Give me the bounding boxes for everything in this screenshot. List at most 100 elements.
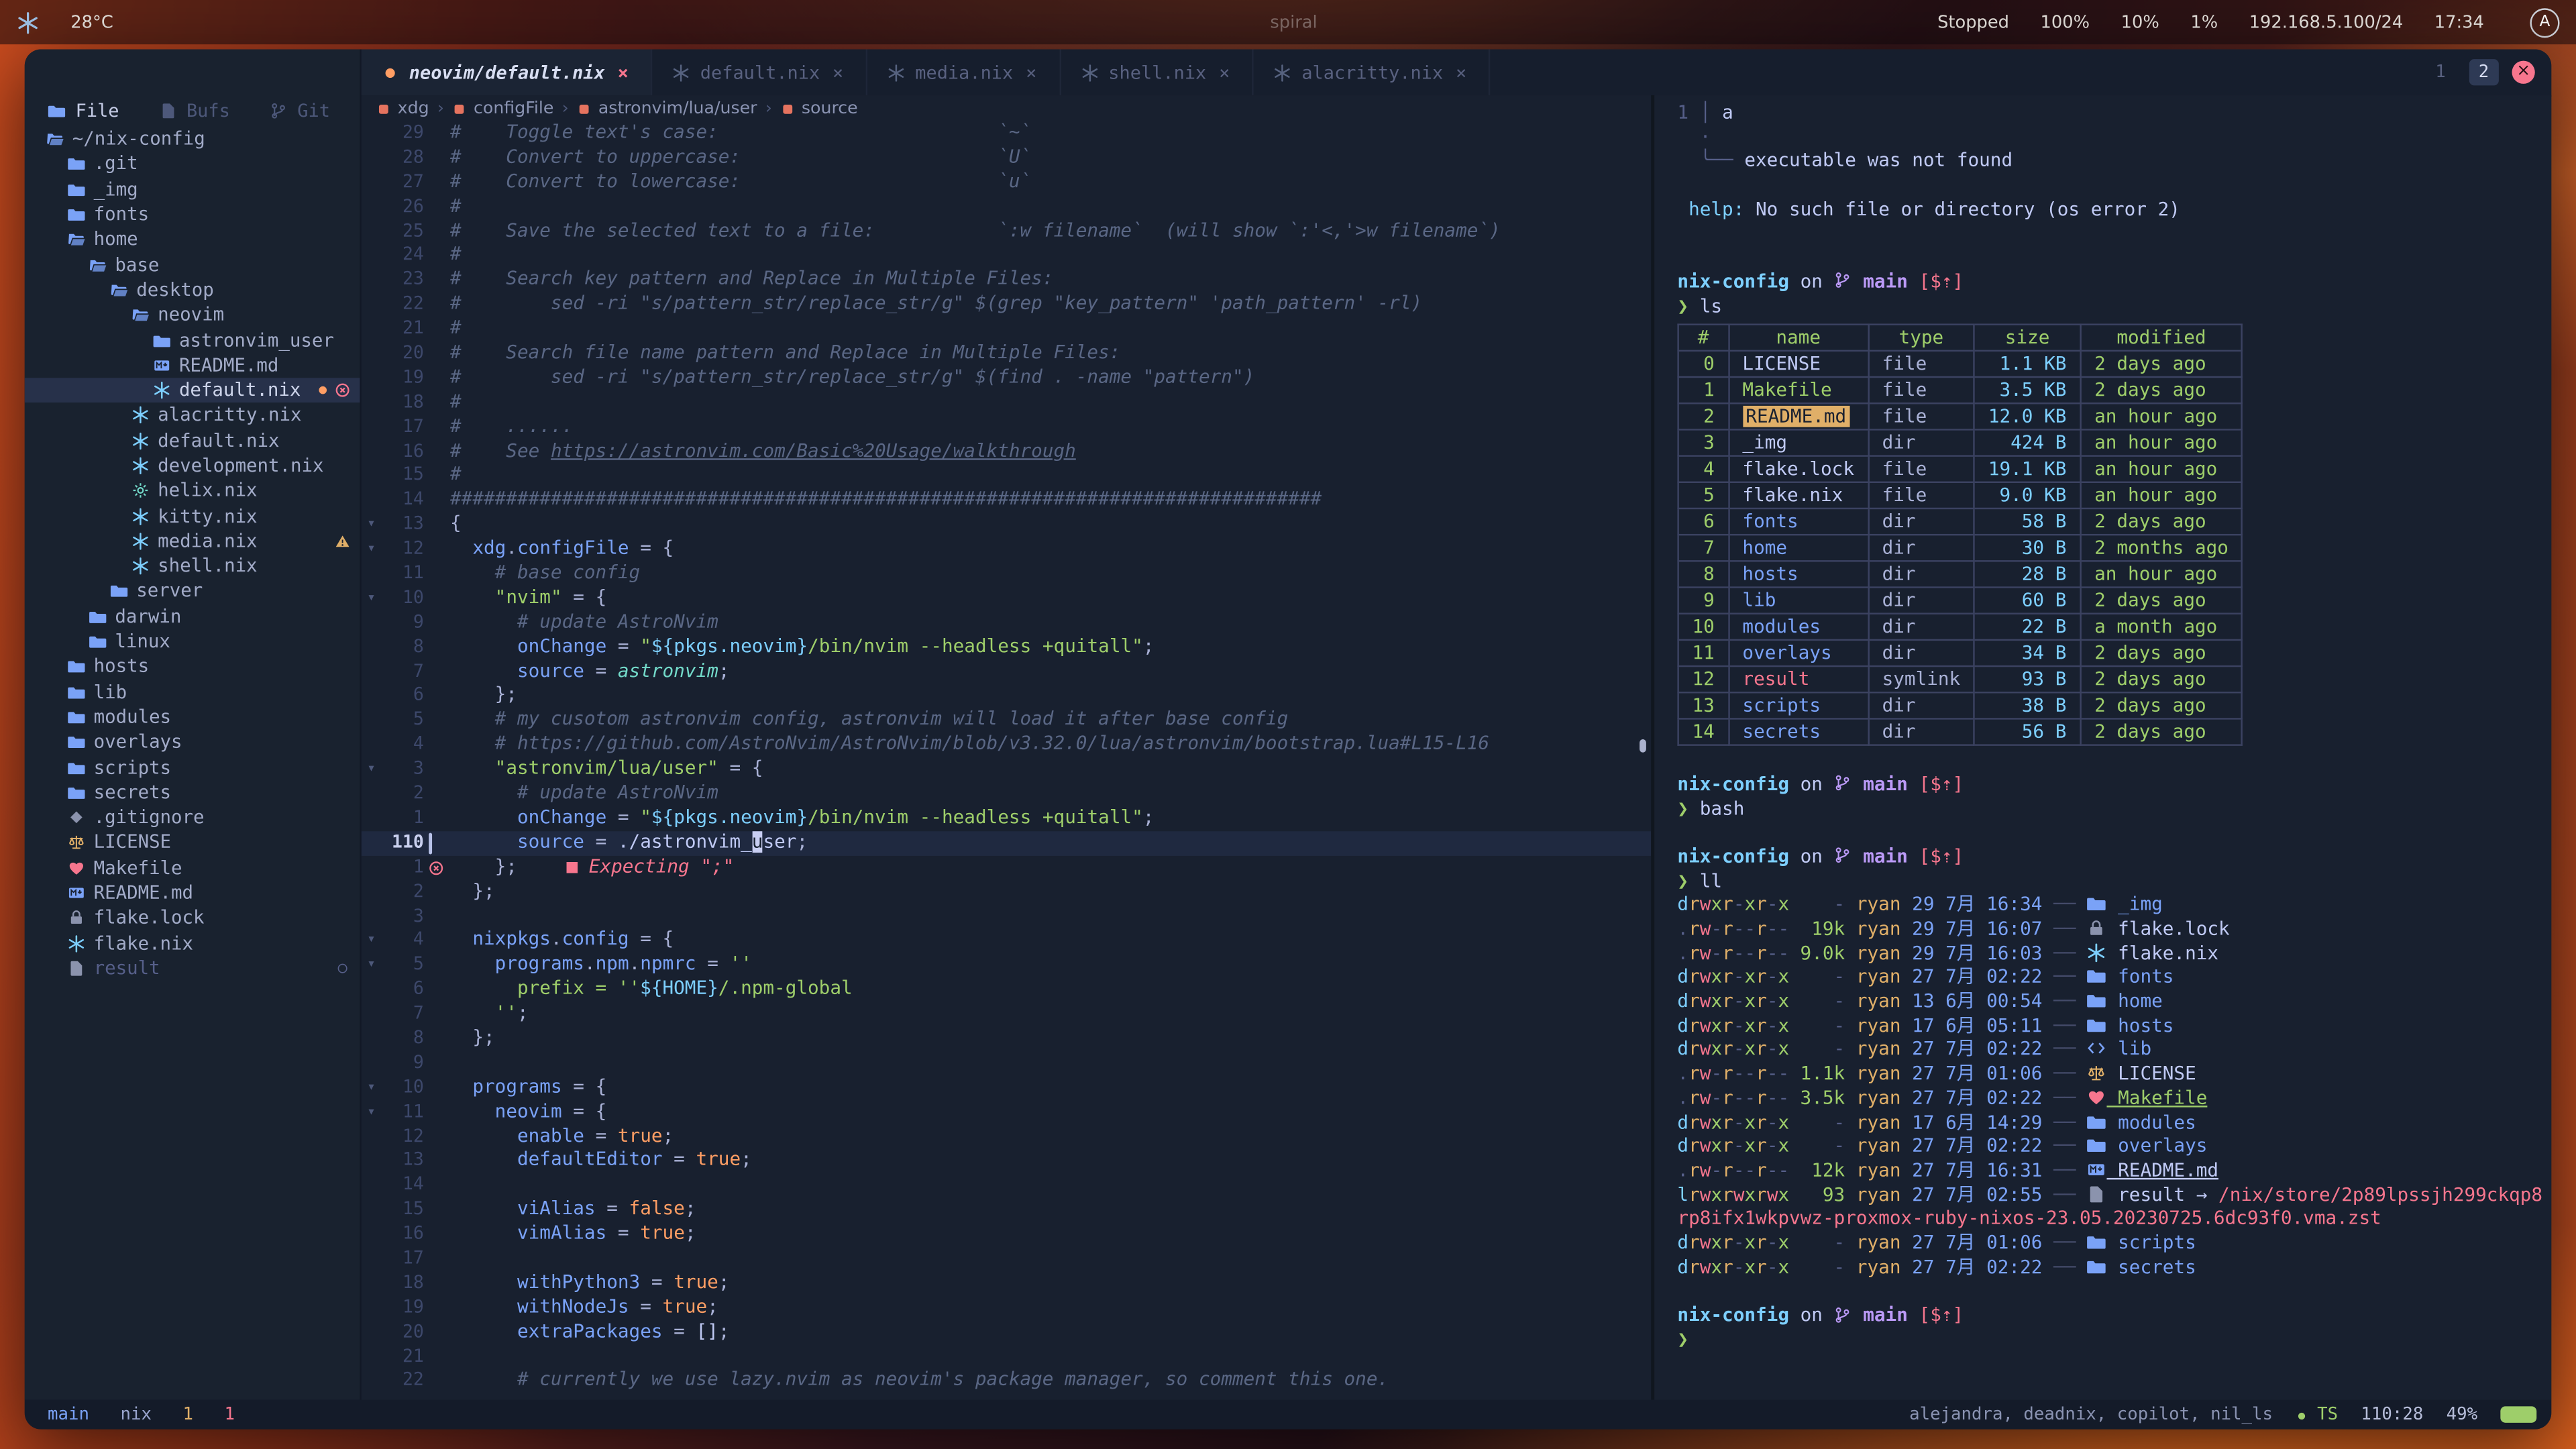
editor-line[interactable]: 25# Save the selected text to a file: `:… [362, 219, 1651, 244]
editor-line[interactable]: 19 withNodeJs = true; [362, 1296, 1651, 1320]
editor-line[interactable]: 11 # base config [362, 562, 1651, 586]
cpu-widget[interactable]: 10% [2112, 12, 2159, 32]
tree-item[interactable]: default.nix [25, 428, 360, 453]
editor-line[interactable]: 8 }; [362, 1026, 1651, 1051]
editor-line[interactable]: 12 enable = true; [362, 1124, 1651, 1148]
tabpage-1[interactable]: 1 [2426, 59, 2456, 85]
tree-item[interactable]: helix.nix [25, 478, 360, 503]
editor-line[interactable]: 20# Search file name pattern and Replace… [362, 341, 1651, 366]
tabpage-2[interactable]: 2 [2469, 59, 2499, 85]
editor-line[interactable]: 27# Convert to lowercase: `u` [362, 170, 1651, 195]
temperature-widget[interactable]: 28°C [62, 12, 113, 32]
editor-line[interactable]: 18 withPython3 = true; [362, 1271, 1651, 1295]
tree-item[interactable]: fonts [25, 202, 360, 227]
tree-item[interactable]: shell.nix [25, 553, 360, 578]
buffer-tab[interactable]: media.nix× [867, 49, 1061, 95]
editor-line[interactable]: ▾5 programs.npm.npmrc = '' [362, 953, 1651, 977]
tree-root[interactable]: ~/nix-config [25, 127, 360, 152]
brightness-widget[interactable]: 1% [2182, 12, 2218, 32]
sidebar-tab-git[interactable]: Git [270, 99, 330, 121]
breadcrumb-item[interactable]: xdg [376, 99, 429, 118]
network-widget[interactable]: 192.168.5.100/24 [2241, 12, 2403, 32]
tree-item[interactable]: neovim [25, 303, 360, 327]
tree-item[interactable]: flake.nix [25, 930, 360, 955]
breadcrumb-item[interactable]: configFile [452, 99, 553, 118]
editor-line[interactable]: 6 prefix = ''${HOME}/.npm-global [362, 978, 1651, 1002]
breadcrumb-item[interactable]: astronvim/lua/user [577, 99, 757, 118]
editor-line[interactable]: ▾13{ [362, 513, 1651, 537]
sidebar-tab-file[interactable]: File [48, 99, 119, 121]
editor-line[interactable]: 13 defaultEditor = true; [362, 1149, 1651, 1173]
editor-line[interactable]: 14######################################… [362, 488, 1651, 513]
tree-item[interactable]: base [25, 252, 360, 277]
breadcrumb-item[interactable]: source [780, 99, 858, 118]
tree-item[interactable]: hosts [25, 654, 360, 679]
editor-line[interactable]: ▾4 nixpkgs.config = { [362, 929, 1651, 953]
tree-item[interactable]: README.md [25, 353, 360, 378]
tree-item[interactable]: darwin [25, 604, 360, 629]
editor-line[interactable]: 4 # https://github.com/AstroNvim/AstroNv… [362, 733, 1651, 757]
editor-line[interactable]: 22# sed -ri "s/pattern_str/replace_str/g… [362, 292, 1651, 317]
recorder-status[interactable]: Stopped [1929, 12, 2009, 32]
tree-item[interactable]: Makefile [25, 855, 360, 880]
editor-line[interactable]: 18# [362, 390, 1651, 415]
tree-item[interactable]: server [25, 579, 360, 604]
editor-line[interactable]: 26# [362, 195, 1651, 219]
buffer-tab[interactable]: alacritty.nix× [1254, 49, 1491, 95]
buffer-tab[interactable]: neovim/default.nix× [362, 49, 653, 95]
terminal[interactable]: 1 │ a · ╰── executable was not found hel… [1651, 95, 2551, 1399]
close-icon[interactable]: × [614, 63, 631, 81]
volume-widget[interactable]: 100% [2032, 12, 2090, 32]
editor-line[interactable]: 7 source = astronvim; [362, 659, 1651, 684]
editor-line[interactable]: 8 onChange = "${pkgs.neovim}/bin/nvim --… [362, 635, 1651, 659]
editor-line[interactable]: ▾10 "nvim" = { [362, 586, 1651, 610]
tree-item[interactable]: astronvim_user [25, 327, 360, 352]
editor-line[interactable]: 110 source = ./astronvim_user; [362, 831, 1651, 855]
editor-line[interactable]: 21# [362, 317, 1651, 341]
tree-item[interactable]: .gitignore [25, 805, 360, 830]
editor-line[interactable]: 29# Toggle text's case: `~` [362, 121, 1651, 146]
editor-line[interactable]: ▾12 xdg.configFile = { [362, 537, 1651, 561]
tree-item[interactable]: _img [25, 176, 360, 201]
clock-widget[interactable]: 17:34 [2426, 12, 2483, 32]
editor-line[interactable]: 16 vimAlias = true; [362, 1222, 1651, 1246]
tree-item[interactable]: LICENSE [25, 830, 360, 855]
tree-item[interactable]: kitty.nix [25, 503, 360, 528]
editor-line[interactable]: 22 # currently we use lazy.nvim as neovi… [362, 1369, 1651, 1393]
tree-item[interactable]: home [25, 227, 360, 252]
editor-line[interactable]: ▾3 "astronvim/lua/user" = { [362, 757, 1651, 782]
tree-item[interactable]: development.nix [25, 453, 360, 478]
editor-line[interactable]: 17# ...... [362, 415, 1651, 439]
user-avatar[interactable]: A [2530, 7, 2559, 37]
editor-line[interactable]: 17 [362, 1247, 1651, 1271]
editor-line[interactable]: 5 # my cusotom astronvim config, astronv… [362, 708, 1651, 733]
tree-item[interactable]: .git [25, 152, 360, 176]
tree-item[interactable]: secrets [25, 780, 360, 805]
editor-line[interactable]: ▾10 programs = { [362, 1075, 1651, 1099]
editor-line[interactable]: 6 }; [362, 684, 1651, 708]
nixos-logo-icon[interactable] [16, 11, 39, 34]
editor-line[interactable]: 19# sed -ri "s/pattern_str/replace_str/g… [362, 366, 1651, 390]
sidebar-tab-bufs[interactable]: Bufs [158, 99, 230, 121]
close-icon[interactable]: × [1216, 63, 1232, 81]
editor-line[interactable]: 9 # update AstroNvim [362, 611, 1651, 635]
tree-item[interactable]: desktop [25, 277, 360, 302]
editor-line[interactable]: 1 };■ Expecting ";" [362, 855, 1651, 879]
close-icon[interactable]: × [830, 63, 846, 81]
editor-line[interactable]: 16# See https://astronvim.com/Basic%20Us… [362, 439, 1651, 464]
editor-line[interactable]: 7 ''; [362, 1002, 1651, 1026]
buffer-tab[interactable]: shell.nix× [1061, 49, 1254, 95]
editor-line[interactable]: 23# Search key pattern and Replace in Mu… [362, 268, 1651, 292]
editor-line[interactable]: 3 [362, 904, 1651, 928]
close-icon[interactable]: × [1023, 63, 1039, 81]
editor-line[interactable]: 15# [362, 464, 1651, 488]
tree-item[interactable]: default.nix [25, 378, 360, 402]
tree-item[interactable]: linux [25, 629, 360, 654]
editor-line[interactable]: 9 [362, 1051, 1651, 1075]
editor-line[interactable]: 21 [362, 1345, 1651, 1369]
tree-item[interactable]: README.md [25, 880, 360, 905]
tree-item[interactable]: modules [25, 704, 360, 729]
tree-item[interactable]: lib [25, 680, 360, 704]
tree-item[interactable]: scripts [25, 755, 360, 780]
buffer-tab[interactable]: default.nix× [653, 49, 867, 95]
